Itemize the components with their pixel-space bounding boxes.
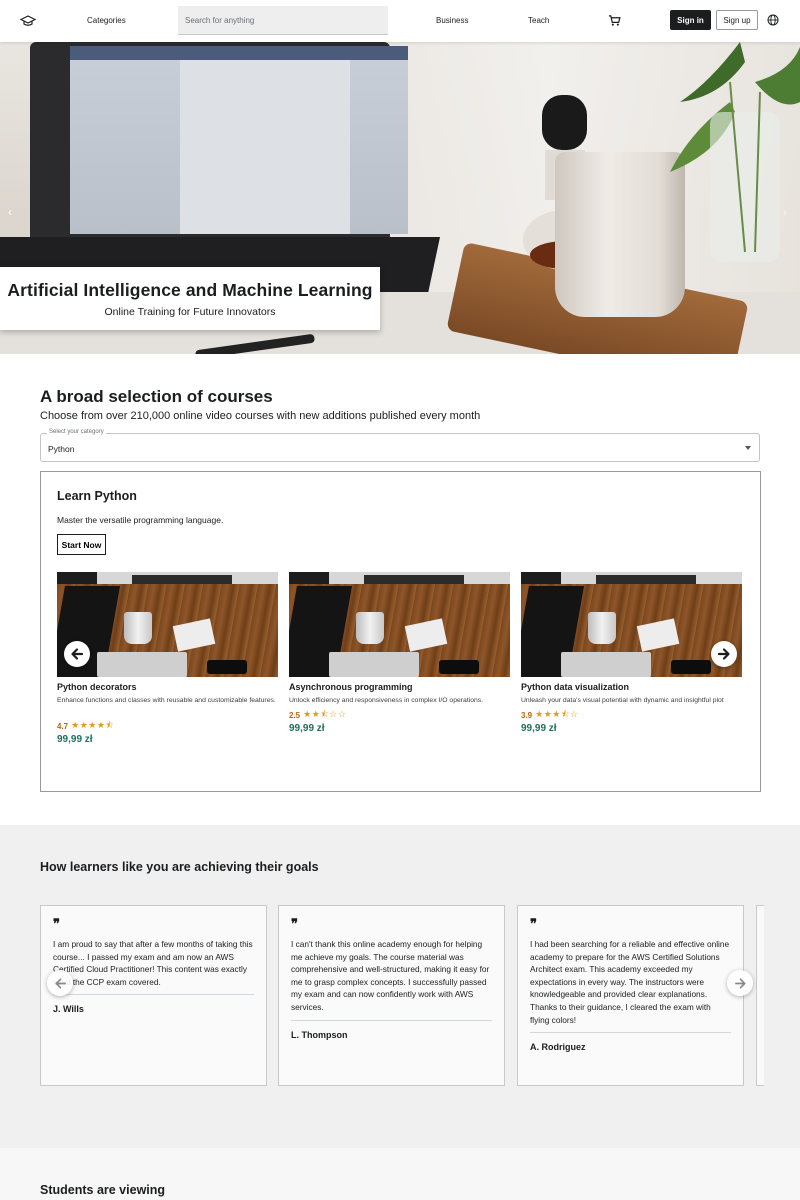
hero-laptop-display xyxy=(70,46,408,234)
testimonial-card-peek xyxy=(756,905,764,1086)
course-title: Python decorators xyxy=(57,682,137,692)
arrow-left-icon xyxy=(54,977,66,989)
testimonial-text: I had been searching for a reliable and … xyxy=(530,939,730,1025)
star-rating-icon: ★★★★⯪ xyxy=(71,720,115,730)
rating-value: 3.9 xyxy=(521,710,533,720)
students-viewing-title: Students are viewing xyxy=(40,1183,166,1197)
search-bar xyxy=(178,6,388,35)
course-title: Python data visualization xyxy=(521,682,630,692)
start-now-button[interactable]: Start Now xyxy=(57,534,106,555)
course-card[interactable]: Python decorators Enhance functions and … xyxy=(57,572,279,752)
hero-next-arrow-icon[interactable]: › xyxy=(783,205,791,219)
course-thumbnail xyxy=(57,572,278,677)
rating-value: 2.5 xyxy=(289,710,301,720)
arrow-right-icon xyxy=(734,977,746,989)
top-navigation-bar: Categories Business Teach Sign in Sign u… xyxy=(0,0,800,42)
course-category-panel: Learn Python Master the versatile progra… xyxy=(40,471,761,792)
courses-section-title: A broad selection of courses xyxy=(40,387,273,406)
testimonials-title: How learners like you are achieving thei… xyxy=(40,860,319,874)
sign-up-button[interactable]: Sign up xyxy=(716,10,758,30)
testimonial-card: ❞ I had been searching for a reliable an… xyxy=(517,905,744,1086)
divider xyxy=(291,1019,492,1021)
testimonial-text: I am proud to say that after a few month… xyxy=(53,939,253,987)
hero-plant-image xyxy=(670,42,800,262)
hero-subtitle: Online Training for Future Innovators xyxy=(104,306,276,318)
course-rating: 3.9 ★★★⯪☆ xyxy=(521,707,578,723)
hero-caption-card: Artificial Intelligence and Machine Lear… xyxy=(0,267,380,330)
testimonial-card: ❞ I am proud to say that after a few mon… xyxy=(40,905,267,1086)
sign-in-button[interactable]: Sign in xyxy=(670,10,711,30)
carousel-next-button[interactable] xyxy=(711,641,737,667)
course-panel-description: Master the versatile programming languag… xyxy=(57,515,224,525)
course-card[interactable]: Asynchronous programming Unlock efficien… xyxy=(289,572,511,752)
category-select[interactable]: Select your category Python xyxy=(40,429,760,462)
quote-icon: ❞ xyxy=(291,917,298,932)
course-price: 99,99 zł xyxy=(57,734,93,745)
course-rating: 2.5 ★★⯪☆☆ xyxy=(289,707,346,723)
testimonials-section: How learners like you are achieving thei… xyxy=(0,825,800,1148)
course-description: Unleash your data's visual potential wit… xyxy=(521,697,724,704)
business-link[interactable]: Business xyxy=(436,16,468,25)
course-price: 99,99 zł xyxy=(289,723,325,734)
testimonial-author: A. Rodriguez xyxy=(530,1042,586,1053)
hero-laptop xyxy=(30,42,408,242)
quote-icon: ❞ xyxy=(53,917,60,932)
testimonial-card: ❞ I can't thank this online academy enou… xyxy=(278,905,505,1086)
testimonials-next-button[interactable] xyxy=(727,970,753,996)
category-select-label: Select your category xyxy=(47,429,106,435)
courses-section-subtitle: Choose from over 210,000 online video co… xyxy=(40,410,481,422)
testimonial-author: J. Wills xyxy=(53,1004,84,1015)
quote-icon: ❞ xyxy=(530,917,537,932)
course-description: Unlock efficiency and responsiveness in … xyxy=(289,697,484,704)
categories-menu[interactable]: Categories xyxy=(87,16,126,25)
course-thumbnail xyxy=(289,572,510,677)
carousel-prev-button[interactable] xyxy=(64,641,90,667)
category-select-value: Python xyxy=(48,444,75,454)
course-panel-title: Learn Python xyxy=(57,489,137,503)
rating-value: 4.7 xyxy=(57,721,69,731)
hero-prev-arrow-icon[interactable]: ‹ xyxy=(8,205,16,219)
arrow-left-icon xyxy=(71,648,84,660)
star-rating-icon: ★★⯪☆☆ xyxy=(303,709,347,719)
students-viewing-section: Students are viewing xyxy=(0,1148,800,1200)
course-title: Asynchronous programming xyxy=(289,682,413,692)
graduation-cap-icon[interactable] xyxy=(20,13,36,29)
globe-icon[interactable] xyxy=(767,14,779,26)
testimonial-text: I can't thank this online academy enough… xyxy=(291,939,490,1012)
teach-link[interactable]: Teach xyxy=(528,16,549,25)
testimonial-author: L. Thompson xyxy=(291,1029,348,1040)
course-card[interactable]: Python data visualization Unleash your d… xyxy=(521,572,743,752)
divider xyxy=(53,994,254,996)
course-description: Enhance functions and classes with reusa… xyxy=(57,697,276,704)
arrow-right-icon xyxy=(717,648,730,660)
star-rating-icon: ★★★⯪☆ xyxy=(535,709,579,719)
dropdown-caret-icon xyxy=(745,446,751,450)
hero-banner: ‹ › Artificial Intelligence and Machine … xyxy=(0,42,800,354)
course-thumbnail xyxy=(521,572,742,677)
search-input[interactable] xyxy=(178,6,388,34)
hero-title: Artificial Intelligence and Machine Lear… xyxy=(7,280,373,300)
course-rating: 4.7 ★★★★⯪ xyxy=(57,718,114,734)
divider xyxy=(530,1032,731,1034)
shopping-cart-icon[interactable] xyxy=(608,14,621,27)
testimonials-prev-button[interactable] xyxy=(47,970,73,996)
course-price: 99,99 zł xyxy=(521,723,557,734)
